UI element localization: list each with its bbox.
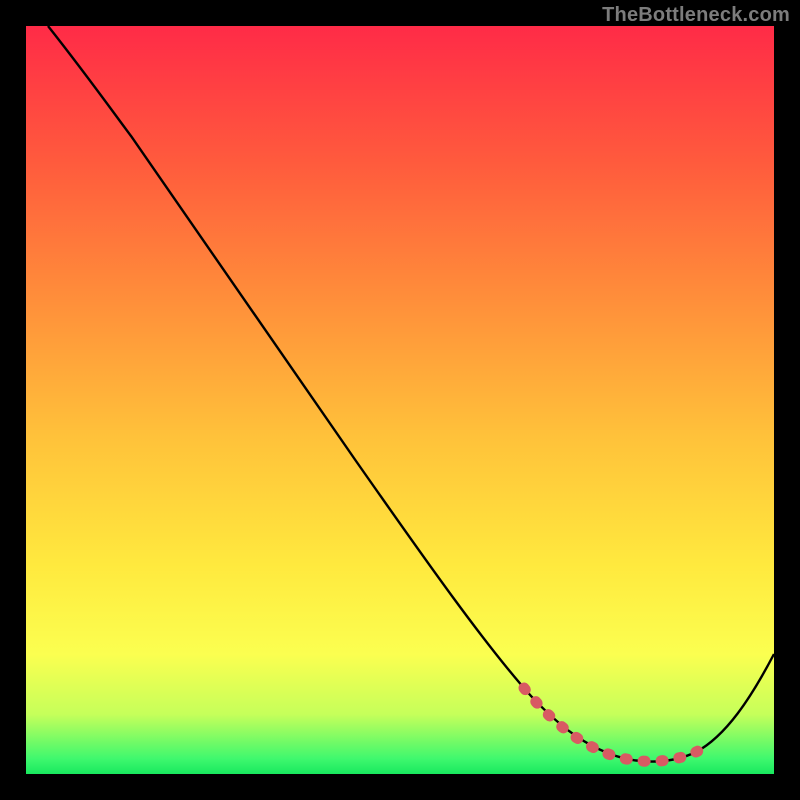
bottleneck-curve [26, 26, 774, 774]
curve-line [48, 26, 774, 762]
chart-plot-area [26, 26, 774, 774]
highlight-dots [524, 688, 698, 761]
watermark-text: TheBottleneck.com [602, 4, 790, 27]
chart-frame: TheBottleneck.com [0, 0, 800, 800]
